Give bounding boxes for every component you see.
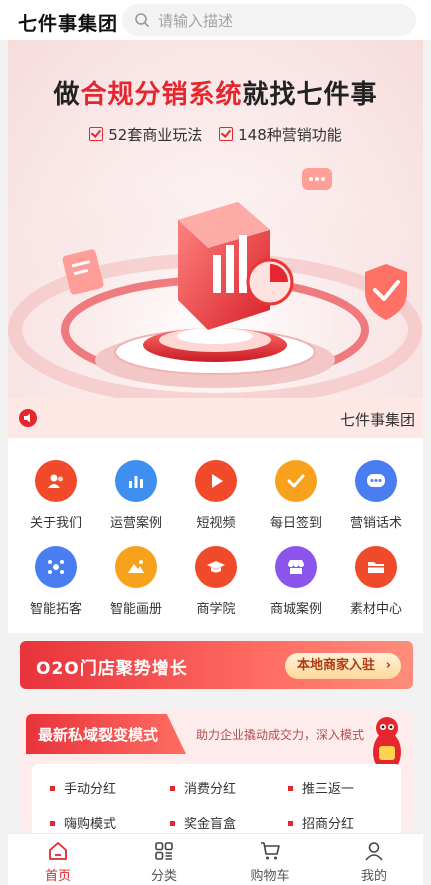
chat-bubble-icon bbox=[355, 460, 397, 502]
tag-item[interactable]: 嗨购模式 bbox=[50, 813, 116, 832]
grid-item-short-video[interactable]: 短视频 bbox=[176, 460, 256, 540]
hero-banner[interactable]: 做合规分销系统就找七件事 52套商业玩法 148种营销功能 bbox=[8, 40, 423, 398]
category-grid-icon bbox=[155, 842, 173, 860]
grid-item-label: 商学院 bbox=[196, 602, 236, 617]
tab-label: 购物车 bbox=[250, 869, 290, 884]
grid-item-label: 关于我们 bbox=[29, 516, 82, 531]
store-banner[interactable]: O2O门店聚势增长 本地商家入驻 › bbox=[20, 641, 413, 689]
banner-feature: 52套商业玩法 bbox=[89, 124, 202, 145]
tag-list: 手动分红 消费分红 推三返一 嗨购模式 奖金盲盒 招商分红 bbox=[32, 764, 401, 834]
grid-item-label: 短视频 bbox=[196, 516, 236, 531]
grid-item-label: 运营案例 bbox=[109, 516, 162, 531]
grid-item-label: 商城案例 bbox=[269, 602, 322, 617]
grid-item-mall-cases[interactable]: 商城案例 bbox=[256, 546, 336, 626]
search-icon bbox=[134, 12, 150, 28]
tag-item[interactable]: 手动分红 bbox=[50, 778, 116, 797]
tag-item[interactable]: 奖金盲盒 bbox=[170, 813, 236, 832]
tag-item[interactable]: 招商分红 bbox=[288, 813, 354, 832]
tab-label: 我的 bbox=[360, 869, 387, 884]
user-icon bbox=[365, 842, 383, 861]
feature-grid: 关于我们 运营案例 短视频 每日签到 营销话术 智能拓客 智能画册 商学院 商城… bbox=[8, 438, 423, 633]
grid-item-label: 营销话术 bbox=[349, 516, 402, 531]
tab-label: 分类 bbox=[150, 869, 177, 884]
tab-cart[interactable]: 购物车 bbox=[230, 840, 310, 884]
graduation-cap-icon bbox=[195, 546, 237, 588]
notice-text: 七件事集团 bbox=[339, 411, 415, 429]
tab-category[interactable]: 分类 bbox=[124, 840, 204, 884]
grid-item-marketing-scripts[interactable]: 营销话术 bbox=[336, 460, 416, 540]
chevron-right-icon: › bbox=[385, 658, 391, 673]
tab-mine[interactable]: 我的 bbox=[334, 840, 414, 884]
tab-label: 首页 bbox=[44, 869, 71, 884]
people-icon bbox=[35, 460, 77, 502]
tag-item[interactable]: 推三返一 bbox=[288, 778, 354, 797]
checkbox-icon bbox=[89, 127, 104, 141]
grid-item-label: 智能拓客 bbox=[29, 602, 82, 617]
banner-features: 52套商业玩法 148种营销功能 bbox=[8, 124, 423, 145]
header: 七件事集团 bbox=[0, 0, 431, 40]
grid-item-label: 智能画册 bbox=[109, 602, 162, 617]
grid-item-label: 每日签到 bbox=[269, 516, 322, 531]
store-title: O2O门店聚势增长 bbox=[36, 659, 188, 679]
private-domain-card: 最新私域裂变模式 助力企业撬动成交力，深入模式 手动分红 消费分红 推三返一 嗨… bbox=[20, 710, 413, 834]
banner-illustration bbox=[8, 160, 423, 398]
tag-item[interactable]: 消费分红 bbox=[170, 778, 236, 797]
banner-feature: 148种营销功能 bbox=[219, 124, 342, 145]
banner-headline: 做合规分销系统就找七件事 bbox=[53, 80, 378, 110]
card-subtitle: 助力企业撬动成交力，深入模式 bbox=[196, 728, 365, 742]
grid-item-operation-cases[interactable]: 运营案例 bbox=[96, 460, 176, 540]
picture-icon bbox=[115, 546, 157, 588]
checkmark-icon bbox=[275, 460, 317, 502]
checkbox-icon bbox=[219, 127, 234, 141]
cart-icon bbox=[261, 842, 280, 860]
grid-item-business-school[interactable]: 商学院 bbox=[176, 546, 256, 626]
play-icon bbox=[195, 460, 237, 502]
grid-item-smart-acquisition[interactable]: 智能拓客 bbox=[16, 546, 96, 626]
shop-icon bbox=[275, 546, 317, 588]
app-title: 七件事集团 bbox=[18, 13, 119, 35]
speaker-icon bbox=[19, 409, 37, 427]
tab-home[interactable]: 首页 bbox=[18, 840, 98, 884]
network-icon bbox=[35, 546, 77, 588]
grid-item-label: 素材中心 bbox=[349, 602, 402, 617]
folder-icon bbox=[355, 546, 397, 588]
bottom-tab-bar: 首页 分类 购物车 我的 bbox=[8, 833, 423, 885]
card-title: 最新私域裂变模式 bbox=[38, 726, 159, 744]
merchant-join-button[interactable]: 本地商家入驻 › bbox=[284, 653, 401, 679]
notice-bar[interactable]: 七件事集团 bbox=[8, 398, 423, 438]
grid-item-smart-album[interactable]: 智能画册 bbox=[96, 546, 176, 626]
grid-item-daily-checkin[interactable]: 每日签到 bbox=[256, 460, 336, 540]
search-bar[interactable] bbox=[122, 4, 416, 36]
grid-item-about-us[interactable]: 关于我们 bbox=[16, 460, 96, 540]
grid-item-material-center[interactable]: 素材中心 bbox=[336, 546, 416, 626]
search-input[interactable] bbox=[156, 9, 400, 33]
home-icon bbox=[49, 842, 67, 860]
bar-chart-icon bbox=[115, 460, 157, 502]
